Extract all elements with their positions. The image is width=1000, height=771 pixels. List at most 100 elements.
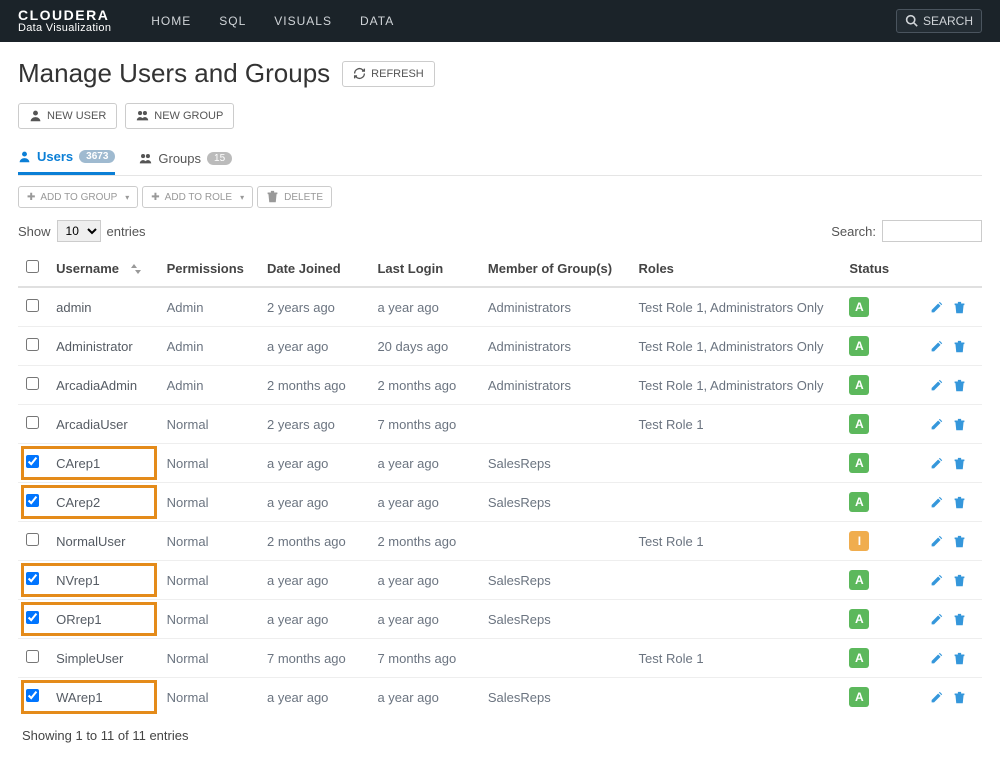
cell-groups: SalesReps — [480, 444, 631, 483]
row-checkbox[interactable] — [26, 533, 39, 546]
page-title: Manage Users and Groups — [18, 58, 330, 89]
delete-button[interactable] — [953, 534, 966, 549]
row-checkbox[interactable] — [26, 299, 39, 312]
search-input[interactable] — [882, 220, 982, 242]
cell-status: A — [841, 561, 921, 600]
delete-button[interactable] — [953, 417, 966, 432]
nav-data[interactable]: DATA — [360, 14, 394, 28]
tab-users[interactable]: Users 3673 — [18, 143, 115, 175]
delete-button[interactable] — [953, 651, 966, 666]
col-permissions-label[interactable]: Permissions — [159, 250, 259, 287]
delete-selected-button[interactable]: DELETE — [257, 186, 332, 208]
cell-last-login: a year ago — [369, 444, 479, 483]
cell-status: A — [841, 366, 921, 405]
cell-groups: SalesReps — [480, 600, 631, 639]
edit-button[interactable] — [930, 573, 943, 588]
cell-username[interactable]: NormalUser — [48, 522, 158, 561]
cell-username[interactable]: SimpleUser — [48, 639, 158, 678]
users-table: Username Permissions Date Joined Last Lo… — [18, 250, 982, 716]
cell-status: A — [841, 405, 921, 444]
cell-username[interactable]: ORrep1 — [48, 600, 158, 639]
row-checkbox[interactable] — [26, 494, 39, 507]
status-active-badge: A — [849, 570, 869, 590]
edit-button[interactable] — [930, 495, 943, 510]
cell-username[interactable]: ArcadiaUser — [48, 405, 158, 444]
refresh-button[interactable]: REFRESH — [342, 61, 435, 87]
delete-button[interactable] — [953, 300, 966, 315]
cell-date-joined: a year ago — [259, 327, 369, 366]
col-date-joined-label[interactable]: Date Joined — [259, 250, 369, 287]
edit-button[interactable] — [930, 339, 943, 354]
row-checkbox[interactable] — [26, 455, 39, 468]
row-checkbox[interactable] — [26, 611, 39, 624]
plus-icon: ✚ — [27, 192, 35, 203]
cell-username[interactable]: CArep1 — [48, 444, 158, 483]
global-search-button[interactable]: SEARCH — [896, 9, 982, 33]
table-row: CArep1Normala year agoa year agoSalesRep… — [18, 444, 982, 483]
table-row: ArcadiaAdminAdmin2 months ago2 months ag… — [18, 366, 982, 405]
cell-groups: Administrators — [480, 287, 631, 327]
nav-sql[interactable]: SQL — [219, 14, 246, 28]
add-to-group-button[interactable]: ✚ ADD TO GROUP — [18, 186, 138, 208]
cell-actions — [922, 287, 982, 327]
cell-status: A — [841, 327, 921, 366]
new-group-button[interactable]: NEW GROUP — [125, 103, 234, 129]
cell-last-login: 7 months ago — [369, 639, 479, 678]
new-user-button[interactable]: NEW USER — [18, 103, 117, 129]
col-roles-label[interactable]: Roles — [631, 250, 842, 287]
nav-visuals[interactable]: VISUALS — [274, 14, 332, 28]
row-checkbox[interactable] — [26, 572, 39, 585]
cell-username[interactable]: ArcadiaAdmin — [48, 366, 158, 405]
edit-button[interactable] — [930, 417, 943, 432]
row-checkbox[interactable] — [26, 650, 39, 663]
cell-actions — [922, 366, 982, 405]
delete-button[interactable] — [953, 456, 966, 471]
row-checkbox[interactable] — [26, 377, 39, 390]
table-row: ArcadiaUserNormal2 years ago7 months ago… — [18, 405, 982, 444]
cell-roles — [631, 561, 842, 600]
delete-label: DELETE — [284, 192, 323, 203]
add-to-role-button[interactable]: ✚ ADD TO ROLE — [142, 186, 253, 208]
row-checkbox[interactable] — [26, 689, 39, 702]
cell-username[interactable]: WArep1 — [48, 678, 158, 717]
new-group-label: NEW GROUP — [154, 110, 223, 122]
col-username-label[interactable]: Username — [56, 261, 119, 276]
edit-button[interactable] — [930, 651, 943, 666]
row-checkbox[interactable] — [26, 416, 39, 429]
cell-permissions: Normal — [159, 561, 259, 600]
edit-button[interactable] — [930, 456, 943, 471]
user-icon — [29, 109, 42, 123]
search-label: Search: — [831, 224, 876, 239]
cell-roles: Test Role 1, Administrators Only — [631, 366, 842, 405]
entries-select[interactable]: 10 — [57, 220, 101, 242]
edit-button[interactable] — [930, 378, 943, 393]
plus-icon: ✚ — [151, 192, 159, 203]
row-checkbox[interactable] — [26, 338, 39, 351]
cell-username[interactable]: CArep2 — [48, 483, 158, 522]
edit-button[interactable] — [930, 300, 943, 315]
status-active-badge: A — [849, 297, 869, 317]
sort-icon[interactable] — [131, 263, 141, 275]
col-groups-label[interactable]: Member of Group(s) — [480, 250, 631, 287]
edit-button[interactable] — [930, 534, 943, 549]
cell-roles: Test Role 1 — [631, 639, 842, 678]
delete-button[interactable] — [953, 339, 966, 354]
edit-button[interactable] — [930, 690, 943, 705]
cell-roles — [631, 600, 842, 639]
cell-username[interactable]: NVrep1 — [48, 561, 158, 600]
delete-button[interactable] — [953, 573, 966, 588]
select-all-checkbox[interactable] — [26, 260, 39, 273]
col-last-login-label[interactable]: Last Login — [369, 250, 479, 287]
cell-last-login: 2 months ago — [369, 366, 479, 405]
nav-home[interactable]: HOME — [151, 14, 191, 28]
brand: CLOUDERA Data Visualization — [18, 8, 111, 34]
delete-button[interactable] — [953, 690, 966, 705]
cell-username[interactable]: Administrator — [48, 327, 158, 366]
col-status-label[interactable]: Status — [841, 250, 921, 287]
cell-username[interactable]: admin — [48, 287, 158, 327]
delete-button[interactable] — [953, 378, 966, 393]
tab-groups[interactable]: Groups 15 — [139, 143, 232, 175]
delete-button[interactable] — [953, 612, 966, 627]
delete-button[interactable] — [953, 495, 966, 510]
edit-button[interactable] — [930, 612, 943, 627]
